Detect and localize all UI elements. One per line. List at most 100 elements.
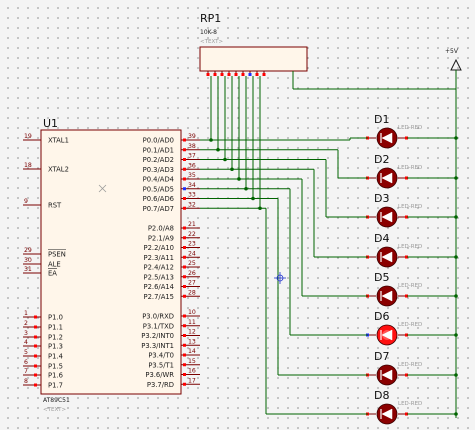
- rp1-value: 10K-8: [200, 29, 217, 36]
- pin-state-indicator: [183, 206, 186, 210]
- led-type-ghost: LED-RED: [398, 401, 422, 407]
- rp1-pins: [206, 71, 266, 76]
- u1-pin-label: P3.0/RXD: [142, 313, 174, 321]
- pin-state-indicator: [183, 363, 186, 367]
- led-type-ghost: LED-RED: [398, 362, 422, 368]
- u1-pin-label: XTAL1: [48, 137, 69, 145]
- rp1-text-placeholder: <TEXT>: [200, 39, 223, 45]
- u1-pin-label: P0.1/AD1: [143, 146, 174, 154]
- pin-state-indicator: [183, 265, 186, 269]
- u1-pin-label: XTAL2: [48, 166, 69, 174]
- u1-pin-number: 4: [24, 339, 28, 346]
- junction-dot: [237, 177, 241, 181]
- pin-state-indicator: [34, 315, 37, 319]
- u1-pin-label: P0.2/AD2: [143, 156, 174, 164]
- pin-state-indicator: [262, 73, 266, 76]
- led-d6[interactable]: D6 LED-RED: [366, 310, 422, 346]
- u1-pin-number: 6: [24, 359, 28, 366]
- u1-pin-label: P3.7/RD: [147, 381, 174, 389]
- u1-pin-label: P0.0/AD0: [143, 137, 174, 145]
- pin-state-indicator: [183, 275, 186, 279]
- junction-dot: [454, 176, 458, 180]
- u1-pin-label: PSEN: [48, 251, 66, 259]
- u1-pin-number: 38: [188, 143, 196, 150]
- pin-state-indicator: [183, 138, 186, 142]
- pin-state-indicator: [34, 354, 37, 358]
- pin-state-indicator: [183, 158, 186, 161]
- led-d5[interactable]: D5 LED-RED: [366, 271, 422, 307]
- power-terminal[interactable]: +5V: [445, 48, 462, 71]
- pin-state-indicator: [213, 73, 217, 76]
- u1-pin-number: 31: [24, 266, 32, 273]
- crosshair-cursor-icon: [274, 272, 286, 284]
- u1-pin-number: 34: [188, 182, 196, 189]
- led-d1[interactable]: D1 LED-RED: [366, 113, 422, 149]
- u1-pin-label: P3.6/WR: [145, 371, 174, 379]
- pin-state-indicator: [183, 353, 186, 357]
- pin-state-indicator: [183, 187, 186, 191]
- u1-pin-number: 21: [188, 221, 196, 228]
- u1-pin-number: 30: [24, 257, 32, 264]
- rp1-resistor-pack[interactable]: RP1 10K-8 <TEXT>: [199, 12, 308, 76]
- schematic-canvas[interactable]: { "u1": { "ref": "U1", "part": "AT89C51"…: [0, 0, 475, 430]
- u1-pin-number: 27: [188, 280, 196, 287]
- u1-pin-number: 23: [188, 241, 196, 248]
- led-reference: D7: [374, 350, 389, 363]
- u1-pin-number: 37: [188, 153, 196, 160]
- u1-pin-label: P2.1/A9: [148, 234, 174, 242]
- junction-dot: [454, 255, 458, 259]
- u1-pin-label: P3.1/TXD: [143, 322, 174, 330]
- pin-state-indicator: [34, 383, 37, 387]
- pin-state-indicator: [183, 382, 186, 386]
- led-d8[interactable]: D8 LED-RED: [366, 389, 422, 425]
- junction-dot: [223, 157, 227, 162]
- u1-pin-number: 7: [24, 368, 28, 375]
- led-reference: D1: [374, 113, 389, 126]
- u1-pin-number: 3: [24, 330, 28, 337]
- u1-pin-label: P0.7/AD7: [143, 205, 174, 213]
- pin-state-indicator: [34, 325, 37, 329]
- u1-pin-label: P2.7/A15: [144, 293, 175, 301]
- u1-pin-number: 2: [24, 320, 28, 327]
- pin-state-indicator: [183, 197, 186, 200]
- u1-pin-label: ALE: [48, 261, 61, 269]
- u1-pin-label: P0.5/AD5: [143, 185, 174, 193]
- u1-reference: U1: [43, 117, 58, 130]
- u1-pin-label: P2.4/A12: [144, 264, 175, 272]
- led-d3[interactable]: D3 LED-RED: [366, 192, 422, 228]
- led-array: D1 LED-RED D2 LED-RED D3 LED-RED D4 LED-RED D5 LE…: [366, 113, 422, 425]
- u1-pin-label: RST: [48, 202, 62, 210]
- pin-state-indicator: [183, 236, 186, 240]
- u1-pin-label: P1.4: [48, 353, 63, 361]
- led-d2[interactable]: D2 LED-RED: [366, 153, 422, 189]
- led-d7[interactable]: D7 LED-RED: [366, 350, 422, 386]
- u1-pin-number: 19: [24, 133, 32, 140]
- junction-dot: [244, 186, 248, 191]
- led-d4[interactable]: D4 LED-RED: [366, 232, 422, 268]
- power-label: +5V: [445, 48, 459, 55]
- u1-pin-number: 24: [188, 250, 196, 257]
- u1-pin-label: P1.2: [48, 334, 63, 342]
- pin-state-indicator: [183, 255, 186, 259]
- u1-pin-number: 13: [188, 338, 196, 345]
- u1-microcontroller[interactable]: U1 AT89C51 <TEXT> 19 XTAL118 XTAL29 RST29 PS…: [23, 117, 200, 413]
- pin-state-indicator: [183, 373, 186, 376]
- u1-pin-label: P2.5/A13: [144, 273, 175, 281]
- junction-dot: [454, 333, 458, 337]
- u1-pin-number: 35: [188, 172, 196, 179]
- u1-pin-label: EA: [48, 270, 57, 278]
- junction-dot: [454, 412, 458, 416]
- pin-state-indicator: [183, 246, 186, 249]
- u1-text-placeholder: <TEXT>: [43, 407, 66, 413]
- u1-pin-number: 26: [188, 270, 196, 277]
- pin-state-indicator: [183, 285, 186, 288]
- u1-pin-label: P2.3/A11: [144, 254, 175, 262]
- u1-pin-number: 8: [24, 378, 28, 385]
- u1-pin-label: P2.2/A10: [144, 244, 175, 252]
- u1-pin-label: P1.0: [48, 314, 63, 322]
- u1-pin-number: 12: [188, 329, 196, 336]
- u1-pin-label: P1.5: [48, 363, 63, 371]
- pin-state-indicator: [241, 73, 245, 76]
- rp1-reference: RP1: [200, 12, 221, 25]
- led-type-ghost: LED-RED: [398, 244, 422, 250]
